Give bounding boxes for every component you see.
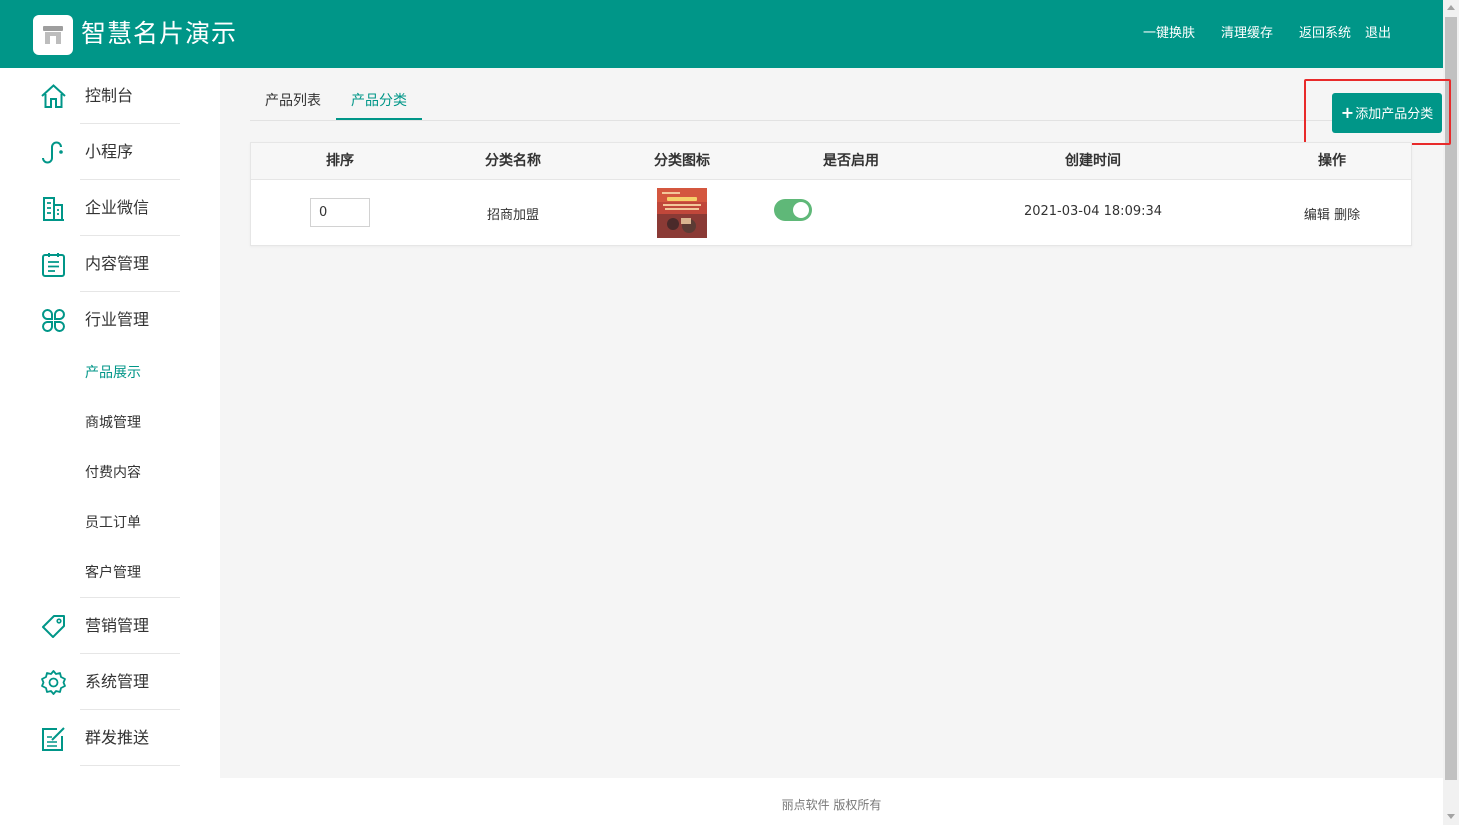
col-name: 分类名称: [485, 153, 541, 169]
clear-cache-link[interactable]: 清理缓存: [1221, 24, 1273, 44]
edit-link[interactable]: 编辑: [1304, 208, 1330, 223]
sidebar-sub-product-display[interactable]: 产品展示: [85, 363, 141, 383]
brand-title: 智慧名片演示: [81, 19, 238, 48]
sidebar-item-mini-program[interactable]: 小程序: [0, 124, 220, 180]
sidebar-item-system[interactable]: 系统管理: [0, 654, 220, 710]
main-content: 产品列表 产品分类 +添加产品分类 排序 分类名称 分类图标 是否启用 创建时间…: [220, 68, 1451, 778]
sidebar-item-label: 营销管理: [85, 616, 150, 635]
sidebar-item-wecom[interactable]: 企业微信: [0, 180, 220, 236]
created-time: 2021-03-04 18:09:34: [1023, 204, 1163, 219]
sidebar-item-dashboard[interactable]: 控制台: [0, 68, 220, 124]
plus-icon: +: [1340, 103, 1355, 122]
sidebar-sub-paid-content[interactable]: 付费内容: [85, 463, 141, 483]
enabled-toggle[interactable]: [774, 199, 812, 221]
sidebar-item-content[interactable]: 内容管理: [0, 236, 220, 292]
sidebar-item-label: 群发推送: [85, 728, 150, 747]
sidebar-sub-customers[interactable]: 客户管理: [85, 563, 141, 583]
tab-product-category[interactable]: 产品分类: [336, 89, 422, 120]
tab-bar: 产品列表 产品分类 +添加产品分类: [250, 79, 1451, 145]
sidebar: 控制台 小程序 企业微信 内容管理 行业管理 产品展示 商城管理 付费内容 员工…: [0, 68, 220, 825]
category-name: 招商加盟: [486, 208, 540, 223]
col-icon: 分类图标: [654, 153, 710, 169]
category-table: 排序 分类名称 分类图标 是否启用 创建时间 操作 招商加盟: [250, 142, 1412, 246]
mini-program-icon: [42, 141, 63, 164]
top-header: 智慧名片演示 一键换肤 清理缓存 返回系统 退出: [0, 0, 1443, 68]
footer-copyright: 丽点软件 版权所有: [220, 778, 1443, 825]
top-nav: 一键换肤 清理缓存 返回系统 退出: [1117, 24, 1391, 44]
sidebar-item-label: 企业微信: [85, 198, 150, 217]
gear-icon: [41, 670, 66, 695]
tag-icon: [42, 615, 65, 638]
logo-store-icon: [33, 15, 73, 55]
sidebar-sub-staff-orders[interactable]: 员工订单: [85, 513, 141, 533]
sidebar-item-label: 小程序: [85, 142, 134, 161]
col-created: 创建时间: [1065, 153, 1121, 169]
scroll-up-arrow[interactable]: [1447, 5, 1455, 10]
row-actions: 编辑 删除: [1304, 204, 1360, 223]
clipboard-icon: [42, 253, 65, 277]
scroll-thumb[interactable]: [1445, 17, 1457, 780]
building-icon: [43, 197, 64, 221]
col-sort: 排序: [326, 153, 354, 169]
sort-input[interactable]: [310, 198, 370, 227]
back-to-system-link[interactable]: 返回系统: [1299, 24, 1351, 44]
home-icon: [41, 84, 66, 108]
delete-link[interactable]: 删除: [1334, 208, 1360, 223]
grid-icon: [42, 309, 65, 332]
tab-product-list[interactable]: 产品列表: [265, 89, 321, 120]
sidebar-item-label: 内容管理: [85, 254, 150, 273]
category-thumbnail: [657, 188, 707, 238]
skin-switch-link[interactable]: 一键换肤: [1143, 24, 1195, 44]
sidebar-item-broadcast[interactable]: 群发推送: [0, 710, 220, 766]
sidebar-item-marketing[interactable]: 营销管理: [0, 598, 220, 654]
sidebar-item-label: 行业管理: [85, 310, 150, 329]
toggle-knob: [793, 202, 809, 218]
col-enabled: 是否启用: [823, 153, 879, 169]
scroll-down-arrow[interactable]: [1447, 814, 1455, 819]
col-actions: 操作: [1318, 153, 1346, 169]
sidebar-item-label: 控制台: [85, 86, 134, 105]
add-category-button[interactable]: +添加产品分类: [1332, 93, 1442, 133]
edit-icon: [42, 727, 65, 751]
logout-link[interactable]: 退出: [1365, 24, 1391, 44]
page-scrollbar[interactable]: [1443, 0, 1459, 825]
sidebar-sub-mall[interactable]: 商城管理: [85, 413, 141, 433]
sidebar-item-industry[interactable]: 行业管理: [0, 292, 220, 348]
table-header: 排序 分类名称 分类图标 是否启用 创建时间 操作: [251, 143, 1411, 180]
sidebar-item-label: 系统管理: [85, 672, 150, 691]
